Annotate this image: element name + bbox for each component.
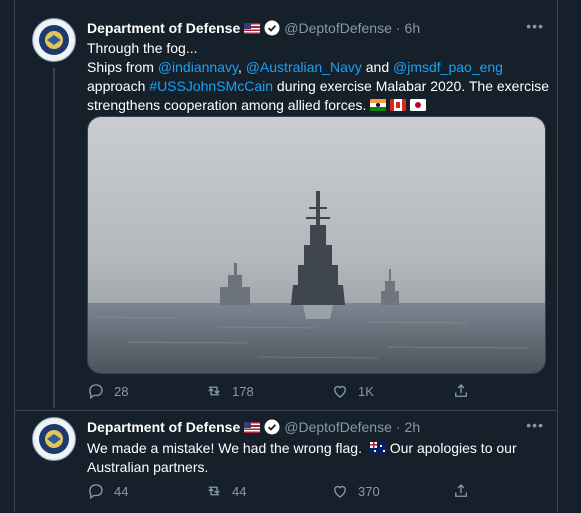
text-segment: approach	[87, 78, 150, 94]
verified-icon	[264, 20, 280, 36]
tweet-image[interactable]	[87, 116, 546, 374]
australia-flag-icon	[369, 442, 386, 454]
reply-button[interactable]: 44	[87, 481, 128, 501]
hashtag-link[interactable]: #USSJohnSMcCain	[149, 78, 273, 94]
us-flag-icon	[244, 22, 261, 34]
more-icon[interactable]: •••	[526, 18, 544, 34]
retweet-button[interactable]: 178	[205, 381, 254, 401]
handle[interactable]: @DeptofDefense	[284, 18, 392, 38]
avatar[interactable]	[32, 18, 76, 62]
like-button[interactable]: 370	[331, 481, 380, 501]
reply-count: 44	[114, 483, 129, 499]
separator-dot: ·	[395, 419, 401, 435]
share-icon	[455, 484, 467, 497]
india-flag-icon	[370, 99, 387, 111]
retweet-count: 178	[232, 383, 254, 399]
tweet-header: Department of Defense @DeptofDefense · 6…	[87, 18, 420, 38]
text-segment: and	[361, 59, 394, 75]
more-icon[interactable]: •••	[526, 417, 544, 433]
mention-link[interactable]: @jmsdf_pao_eng	[393, 59, 503, 75]
tweet-header: Department of Defense @DeptofDefense · 2…	[87, 417, 420, 437]
retweet-icon	[208, 386, 220, 396]
retweet-button[interactable]: 44	[205, 481, 246, 501]
tweet-actions: 28 178 1K	[87, 381, 487, 401]
us-flag-icon	[244, 421, 261, 433]
text-segment: ,	[237, 59, 246, 75]
share-button[interactable]	[452, 381, 470, 401]
separator-dot: ·	[395, 20, 401, 36]
verified-icon	[264, 419, 280, 435]
timestamp[interactable]: 6h	[405, 18, 421, 38]
reply-icon	[89, 484, 103, 500]
like-icon	[334, 485, 346, 498]
tweet-text-line: Through the fog...	[87, 40, 198, 56]
retweet-count: 44	[232, 483, 247, 499]
tweet-text: We made a mistake! We had the wrong flag…	[87, 439, 552, 477]
handle[interactable]: @DeptofDefense	[284, 417, 392, 437]
mention-link[interactable]: @indiannavy	[158, 59, 238, 75]
share-button[interactable]	[452, 481, 470, 501]
timestamp[interactable]: 2h	[405, 417, 421, 437]
text-segment: Ships from	[87, 59, 158, 75]
like-count: 1K	[358, 383, 374, 399]
tweet-text-paragraph: Ships from @indiannavy, @Australian_Navy…	[87, 58, 552, 115]
retweet-icon	[208, 486, 220, 496]
like-count: 370	[358, 483, 380, 499]
reply-icon	[89, 384, 103, 400]
display-name[interactable]: Department of Defense	[87, 18, 240, 38]
tweet-actions: 44 44 370	[87, 481, 487, 501]
thread-line	[53, 68, 55, 408]
tweet-text: Through the fog... Ships from @indiannav…	[87, 39, 552, 115]
canada-flag-icon	[390, 99, 407, 111]
mention-link[interactable]: @Australian_Navy	[246, 59, 362, 75]
like-button[interactable]: 1K	[331, 381, 374, 401]
avatar[interactable]	[32, 417, 76, 461]
tweet[interactable]: Department of Defense @DeptofDefense · 2…	[14, 410, 558, 513]
text-segment: We made a mistake! We had the wrong flag…	[87, 440, 362, 456]
share-icon	[455, 384, 467, 397]
reply-count: 28	[114, 383, 129, 399]
japan-flag-icon	[410, 99, 427, 111]
like-icon	[334, 385, 346, 398]
display-name[interactable]: Department of Defense	[87, 417, 240, 437]
reply-button[interactable]: 28	[87, 381, 128, 401]
tweet[interactable]: Department of Defense @DeptofDefense · 6…	[14, 8, 558, 408]
